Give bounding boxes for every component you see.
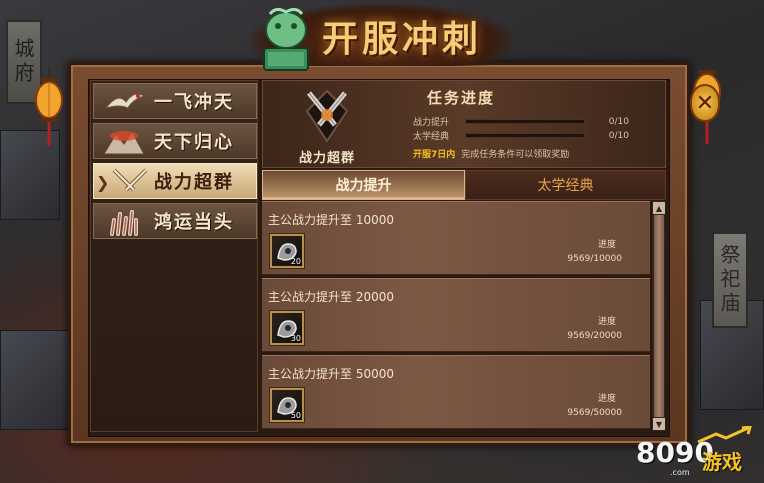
- progress-label: 战力提升: [413, 118, 450, 128]
- close-icon: ✕: [695, 90, 715, 116]
- task-progress-value: 9569/10000: [567, 254, 622, 264]
- task-progress-value: 9569/20000: [567, 331, 622, 341]
- task-row: 主公战力提升至 10000 20 进度 9569/10000: [262, 201, 650, 275]
- progress-row: 太学经典 0/10: [413, 129, 629, 143]
- logo-cn: 游戏: [702, 450, 742, 474]
- task-progress-title: 任务进度: [427, 89, 496, 107]
- crane-icon: [104, 93, 146, 109]
- temple-sign[interactable]: 祭祀庙: [712, 232, 748, 328]
- reward-item[interactable]: 20: [270, 234, 304, 268]
- crossed-blades-icon: [305, 89, 349, 143]
- lantern-icon: [35, 68, 63, 146]
- nav-label: 一飞冲天: [154, 92, 234, 113]
- tab-academy-classics[interactable]: 太学经典: [465, 170, 666, 200]
- nav-label: 天下归心: [154, 132, 234, 153]
- site-logo: 8090 游戏 .com: [636, 426, 758, 478]
- progress-bar: [465, 133, 585, 138]
- close-button[interactable]: ✕: [690, 84, 720, 122]
- reward-item[interactable]: 30: [270, 311, 304, 345]
- progress-label: 太学经典: [413, 132, 450, 142]
- nav-item-fortune[interactable]: 鸿运当头: [93, 203, 257, 239]
- logo-sub: .com: [670, 468, 690, 477]
- progress-bar: [465, 119, 585, 124]
- task-description: 主公战力提升至 50000: [268, 367, 394, 381]
- nav-item-soar[interactable]: 一飞冲天: [93, 83, 257, 119]
- mountain-icon: [103, 131, 145, 155]
- emblem-label: 战力超群: [299, 151, 356, 166]
- arrow-up-icon: ▲: [655, 203, 663, 213]
- deadline-highlight: 开服7日内: [413, 150, 456, 160]
- task-progress-label: 进度: [597, 394, 616, 404]
- logo-arrow-icon: [697, 426, 752, 444]
- nav-label: 战力超群: [154, 172, 234, 193]
- reward-count: 50: [290, 411, 301, 420]
- nav-label: 鸿运当头: [154, 212, 234, 233]
- task-description: 主公战力提升至 10000: [268, 213, 394, 227]
- crossed-swords-icon: [112, 168, 148, 192]
- coral-icon: [110, 210, 138, 236]
- scroll-up-button[interactable]: ▲: [653, 202, 665, 214]
- scroll-thumb[interactable]: [654, 215, 664, 417]
- page-title: 开服冲刺: [322, 18, 483, 60]
- jade-seal-icon: [263, 7, 309, 71]
- task-list-scrollbar[interactable]: ▲ ▼: [651, 201, 665, 431]
- reward-item[interactable]: 50: [270, 388, 304, 422]
- background-roof: [0, 330, 70, 430]
- deadline-notice: 开服7日内 完成任务条件可以领取奖励: [413, 147, 569, 160]
- reward-count: 30: [290, 334, 301, 343]
- reward-count: 20: [290, 257, 301, 266]
- task-row: 主公战力提升至 50000 50 进度 9569/50000: [262, 355, 650, 429]
- tab-power-boost[interactable]: 战力提升: [262, 170, 465, 200]
- task-progress-label: 进度: [597, 240, 616, 250]
- progress-row: 战力提升 0/10: [413, 115, 629, 129]
- progress-value: 0/10: [608, 116, 629, 127]
- progress-value: 0/10: [608, 130, 629, 141]
- nav-item-unite[interactable]: 天下归心: [93, 123, 257, 159]
- nav-item-power[interactable]: ❯ 战力超群: [93, 163, 257, 199]
- task-progress-value: 9569/50000: [567, 408, 622, 418]
- deadline-text: 完成任务条件可以领取奖励: [461, 150, 570, 160]
- task-description: 主公战力提升至 20000: [268, 290, 394, 304]
- task-progress-panel: 战力超群 任务进度 战力提升 0/10 太学经典 0/10 开服7日内 完成任务条…: [262, 80, 666, 168]
- task-row: 主公战力提升至 20000 30 进度 9569/20000: [262, 278, 650, 352]
- task-list[interactable]: 主公战力提升至 10000 20 进度 9569/10000 主公战力提升至 2…: [262, 201, 650, 431]
- task-progress-label: 进度: [597, 317, 616, 327]
- event-nav: 一飞冲天 天下归心 ❯ 战力超群 鸿运当头: [90, 80, 258, 432]
